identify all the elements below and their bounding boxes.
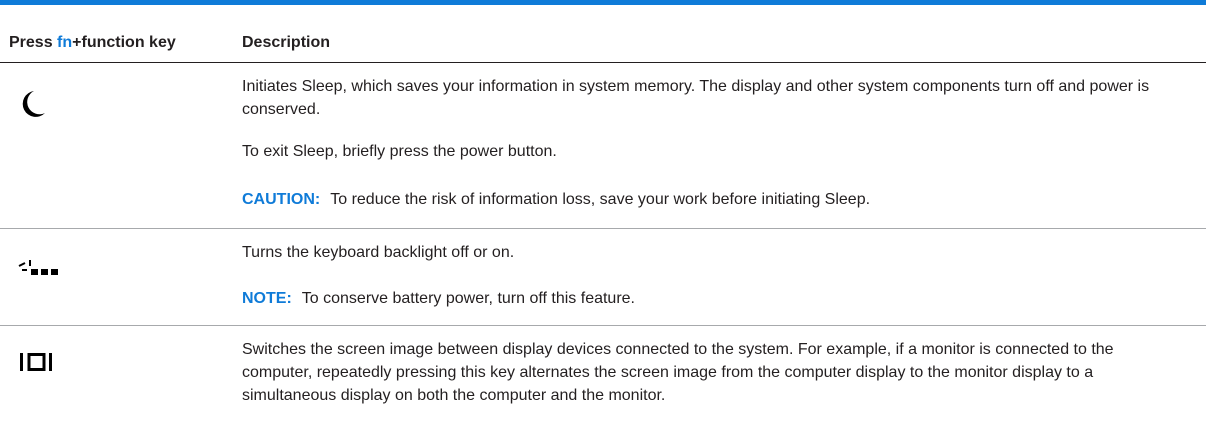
sleep-moon-icon [22, 91, 45, 117]
sleep-description-text: Initiates Sleep, which saves your inform… [242, 78, 1150, 118]
header-press-suffix: +function key [72, 34, 176, 51]
header-description: Description [242, 34, 331, 51]
table-header-row: Press fn+function key Description [0, 5, 1206, 63]
caution-text: To reduce the risk of information loss, … [330, 191, 871, 208]
backlight-note: NOTE: To conserve battery power, turn off… [242, 287, 1187, 310]
backlight-description-text: Turns the keyboard backlight off or on. [242, 244, 515, 261]
table-row-sleep: Initiates Sleep, which saves your inform… [0, 63, 1206, 229]
switch-display-description-text: Switches the screen image between displa… [242, 341, 1114, 404]
header-fn-key: fn [57, 34, 73, 51]
keyboard-backlight-icon [18, 260, 58, 275]
note-text: To conserve battery power, turn off this… [301, 290, 635, 307]
note-label: NOTE: [242, 290, 292, 307]
switch-display-icon [20, 353, 52, 371]
sleep-exit-text: To exit Sleep, briefly press the power b… [242, 143, 557, 160]
table-row-keyboard-backlight: Turns the keyboard backlight off or on. … [0, 229, 1206, 326]
caution-label: CAUTION: [242, 191, 321, 208]
header-press-prefix: Press [9, 34, 58, 51]
sleep-caution: CAUTION: To reduce the risk of informatio… [242, 188, 1187, 211]
table-row-switch-display: Switches the screen image between displa… [0, 326, 1206, 425]
function-key-table: Press fn+function key Description Initia… [0, 0, 1206, 425]
header-press-fn-key: Press fn+function key [9, 34, 176, 52]
